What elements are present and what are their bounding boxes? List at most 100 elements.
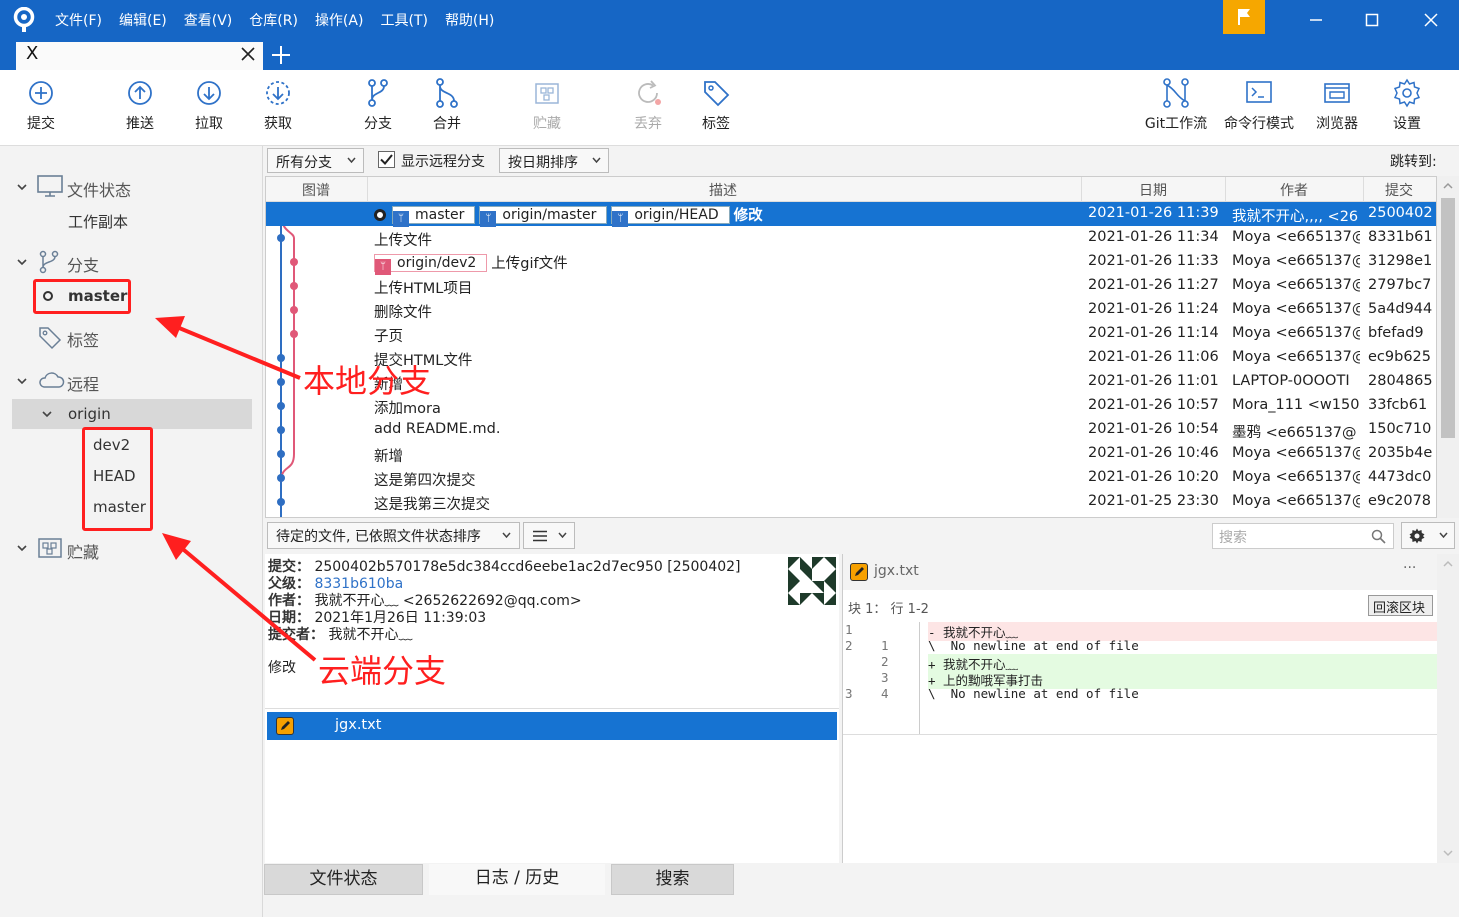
- branch-tag-origin-master[interactable]: ᛘ origin/master: [479, 206, 608, 227]
- branch-tag-master[interactable]: ᛘ master: [392, 206, 476, 227]
- diff-line-added[interactable]: 2 + 我就不开心﹏: [843, 654, 1438, 673]
- tab-file-status[interactable]: 文件状态: [264, 864, 423, 895]
- author-avatar: [788, 557, 836, 605]
- minimize-button[interactable]: [1288, 0, 1344, 40]
- commit-table-scrollbar[interactable]: [1437, 176, 1459, 518]
- column-header-date[interactable]: 日期: [1139, 180, 1167, 200]
- commit-row[interactable]: 上传HTML项目 2021-01-26 11:27 Moya <e665137@…: [266, 274, 1436, 298]
- commit-row[interactable]: 提交HTML文件 2021-01-26 11:06 Moya <e665137@…: [266, 346, 1436, 370]
- maximize-button[interactable]: [1344, 0, 1400, 40]
- show-remote-checkbox[interactable]: [378, 151, 395, 168]
- changed-file-row[interactable]: jgx.txt: [267, 712, 837, 740]
- fetch-button[interactable]: 获取: [259, 76, 297, 133]
- diff-line-context[interactable]: 3 4 \ No newline at end of file: [843, 686, 1438, 702]
- commit-date: 2021-01-26 11:01: [1088, 373, 1219, 389]
- sidebar-tags[interactable]: 标签: [67, 327, 99, 351]
- git-flow-button-label: Git工作流: [1144, 116, 1208, 132]
- menu-repository[interactable]: 仓库(R): [249, 10, 298, 30]
- branch-button[interactable]: 分支: [359, 76, 397, 133]
- terminal-button[interactable]: 命令行模式: [1219, 76, 1299, 133]
- commit-row[interactable]: 上传文件 2021-01-26 11:34 Moya <e665137@ 833…: [266, 226, 1436, 250]
- minimize-icon: [1310, 19, 1322, 21]
- explorer-button[interactable]: 浏览器: [1312, 76, 1362, 133]
- sidebar-item-working-copy[interactable]: 工作副本: [68, 211, 128, 232]
- new-tab-icon[interactable]: [270, 44, 292, 66]
- commit-hash: 4473dc0: [1368, 469, 1432, 485]
- branch-tag-origin-head[interactable]: ᛘ origin/HEAD: [611, 206, 730, 227]
- commit-row[interactable]: 新增 2021-01-26 10:46 Moya <e665137@ 2035b…: [266, 442, 1436, 466]
- push-button[interactable]: 推送: [121, 76, 159, 133]
- sidebar-branches[interactable]: 分支: [67, 252, 99, 276]
- sidebar: 文件状态 工作副本 分支 master 标签 远程 origin dev2 HE…: [0, 146, 263, 917]
- tab-search[interactable]: 搜索: [611, 864, 734, 895]
- menu-tools[interactable]: 工具(T): [380, 10, 427, 30]
- chevron-down-icon[interactable]: [17, 543, 27, 553]
- cloud-icon: [39, 372, 65, 388]
- commit-button[interactable]: 提交: [22, 76, 60, 133]
- close-window-button[interactable]: [1403, 0, 1459, 40]
- sidebar-file-status[interactable]: 文件状态: [67, 177, 131, 201]
- chevron-down-icon[interactable]: [17, 257, 27, 267]
- commit-row[interactable]: 添加mora 2021-01-26 10:57 Mora_111 <w150 3…: [266, 394, 1436, 418]
- diff-options-dropdown[interactable]: [1401, 522, 1455, 549]
- column-header-graph[interactable]: 图谱: [302, 180, 330, 200]
- commit-row-selected[interactable]: ᛘ master ᛘ origin/master ᛘ origin/HEAD 修改 2021…: [266, 202, 1436, 227]
- pencil-icon: [855, 567, 864, 576]
- chevron-down-icon[interactable]: [17, 182, 27, 192]
- repository-tab[interactable]: X: [16, 42, 263, 70]
- stash-button[interactable]: 贮藏: [528, 76, 566, 133]
- settings-button[interactable]: 设置: [1388, 76, 1426, 133]
- chevron-down-icon[interactable]: [17, 376, 27, 386]
- search-input[interactable]: 搜索: [1212, 523, 1394, 549]
- commit-row[interactable]: 这是第四次提交 2021-01-26 10:20 Moya <e665137@ …: [266, 466, 1436, 490]
- branch-tag-origin-dev2[interactable]: ᛘ origin/dev2: [374, 254, 488, 275]
- diff-line-added[interactable]: 3 + 上的黝哦军事打击: [843, 670, 1438, 689]
- commit-description: add README.md.: [374, 421, 501, 437]
- jump-to-label[interactable]: 跳转到:: [1390, 151, 1437, 171]
- commit-author: Moya <e665137@: [1232, 301, 1360, 317]
- scrollbar-thumb[interactable]: [1441, 198, 1455, 438]
- discard-button[interactable]: 丢弃: [629, 76, 667, 133]
- pending-files-sort-dropdown[interactable]: 待定的文件, 已依照文件状态排序: [267, 522, 520, 549]
- commit-row[interactable]: 删除文件 2021-01-26 11:24 Moya <e665137@ 5a4…: [266, 298, 1436, 322]
- tag-button[interactable]: 标签: [697, 76, 735, 133]
- revert-hunk-button[interactable]: 回滚区块: [1368, 595, 1433, 616]
- sidebar-remotes[interactable]: 远程: [67, 371, 99, 395]
- branch-filter-dropdown[interactable]: 所有分支: [267, 148, 364, 173]
- view-mode-dropdown[interactable]: [523, 522, 575, 549]
- close-tab-icon[interactable]: [241, 47, 255, 61]
- commit-author: Moya <e665137@: [1232, 493, 1360, 509]
- tab-log-history[interactable]: 日志 / 历史: [429, 864, 605, 895]
- diff-scrollbar[interactable]: [1437, 554, 1459, 863]
- diff-line-removed[interactable]: 1- 我就不开心﹏: [843, 622, 1438, 641]
- menu-actions[interactable]: 操作(A): [315, 10, 364, 30]
- sort-order-dropdown[interactable]: 按日期排序: [499, 148, 609, 173]
- notification-flag-button[interactable]: [1223, 0, 1265, 34]
- pull-button[interactable]: 拉取: [190, 76, 228, 133]
- chevron-down-icon[interactable]: [42, 409, 52, 419]
- column-header-description[interactable]: 描述: [709, 180, 737, 200]
- column-header-author[interactable]: 作者: [1280, 180, 1308, 200]
- diff-file-name: jgx.txt: [874, 563, 919, 579]
- commit-row[interactable]: 这是我第三次提交 2021-01-25 23:30 Moya <e665137@…: [266, 490, 1436, 514]
- diff-more-menu[interactable]: ···: [1403, 560, 1416, 576]
- git-flow-button[interactable]: Git工作流: [1140, 76, 1212, 133]
- scroll-up-icon[interactable]: [1437, 554, 1459, 574]
- sidebar-item-origin[interactable]: origin: [68, 405, 111, 423]
- scroll-up-icon[interactable]: [1437, 176, 1459, 196]
- commit-row[interactable]: add README.md. 2021-01-26 10:54 墨鸦 <e665…: [266, 418, 1436, 442]
- commit-row[interactable]: 新增 2021-01-26 11:01 LAPTOP-0OOOTI 280486…: [266, 370, 1436, 394]
- commit-row[interactable]: ᛘ origin/dev2 上传gif文件 2021-01-26 11:33 Moy…: [266, 250, 1436, 275]
- diff-line-context[interactable]: 2 1 \ No newline at end of file: [843, 638, 1438, 654]
- merge-button[interactable]: 合并: [428, 76, 466, 133]
- sidebar-stashes[interactable]: 贮藏: [67, 539, 99, 563]
- menu-view[interactable]: 查看(V): [184, 10, 233, 30]
- merge-button-label: 合并: [433, 116, 461, 132]
- column-header-commit[interactable]: 提交: [1385, 180, 1413, 200]
- scroll-down-icon[interactable]: [1437, 843, 1459, 863]
- menu-help[interactable]: 帮助(H): [445, 10, 494, 30]
- menu-edit[interactable]: 编辑(E): [119, 10, 167, 30]
- chevron-down-icon: [502, 532, 511, 539]
- menu-file[interactable]: 文件(F): [55, 10, 102, 30]
- commit-row[interactable]: 子页 2021-01-26 11:14 Moya <e665137@ bfefa…: [266, 322, 1436, 346]
